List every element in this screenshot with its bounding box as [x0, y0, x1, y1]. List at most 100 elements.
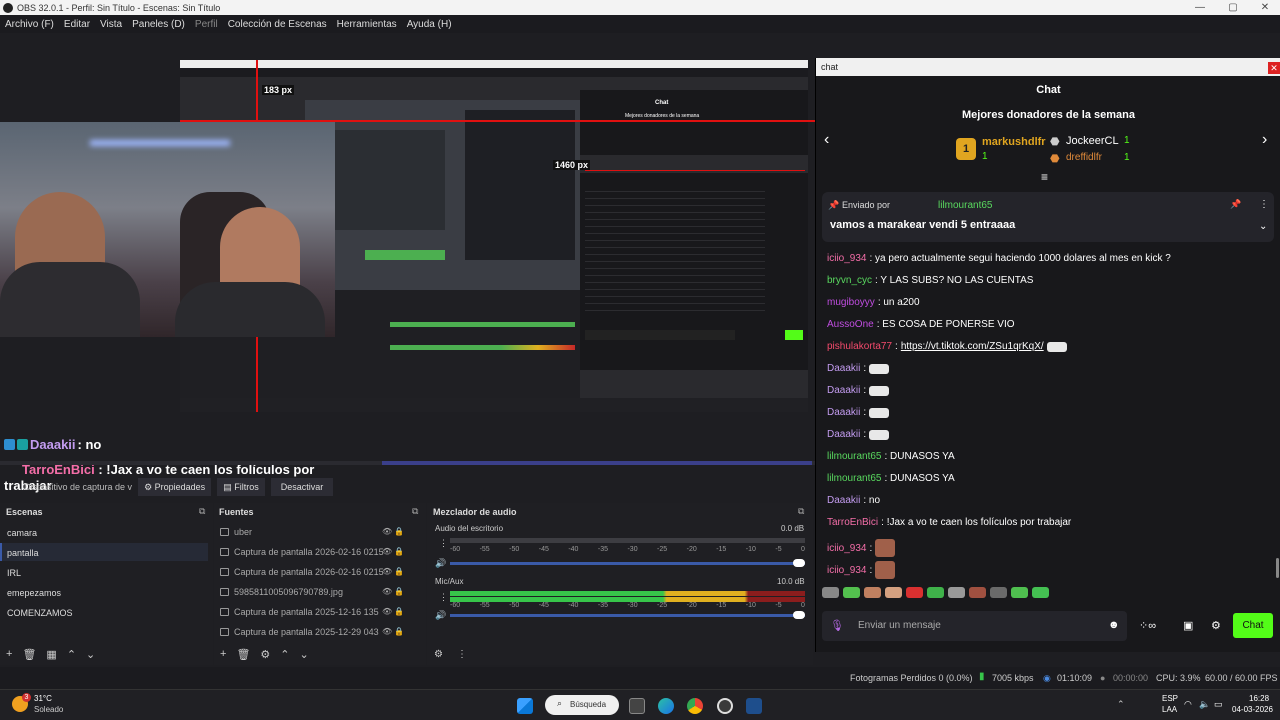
chat-username[interactable]: TarroEnBici [827, 517, 878, 528]
chat-username[interactable]: Daaakii [827, 407, 860, 418]
battery-icon[interactable]: ▭ [1214, 699, 1223, 710]
undock-icon[interactable]: ⧉ [798, 506, 804, 517]
scene-item[interactable]: emepezamos [7, 588, 61, 598]
chat-message[interactable]: bryvn_cyc: Y LAS SUBS? NO LAS CUENTAS [827, 275, 1033, 286]
chat-username[interactable]: Daaakii [827, 363, 860, 374]
menu-archivo[interactable]: Archivo (F) [0, 19, 59, 30]
chat-message[interactable]: Daaakii: no [827, 495, 880, 506]
chat-scrollbar[interactable] [1276, 558, 1279, 578]
add-source-icon[interactable]: + [220, 648, 226, 661]
chat-input[interactable]: 🎙 Enviar un mensaje ☻ [822, 611, 1127, 641]
emote-icon[interactable] [906, 587, 923, 598]
infinity-icon[interactable]: ⁘∞ [1139, 619, 1156, 632]
task-view-icon[interactable] [629, 698, 645, 714]
scene-item[interactable]: IRL [7, 568, 21, 578]
menu-editar[interactable]: Editar [59, 19, 95, 30]
chat-message[interactable]: pishulakorta77: https://vt.tiktok.com/ZS… [827, 341, 1067, 352]
deactivate-button[interactable]: Desactivar [270, 478, 334, 496]
more-vertical-icon[interactable]: ⋮ [439, 592, 448, 603]
maximize-icon[interactable]: ▢ [1218, 0, 1248, 15]
microphone-icon[interactable]: 🎙 [830, 619, 844, 632]
source-item[interactable]: Captura de pantalla 2025-12-16 135 [220, 607, 379, 617]
obs-taskbar-icon[interactable] [717, 698, 733, 714]
emote-icon[interactable] [969, 587, 986, 598]
scene-item[interactable]: camara [7, 528, 37, 538]
gear-icon[interactable]: ⚙ [1211, 619, 1221, 632]
volume-icon[interactable]: 🔈 [1199, 699, 1210, 710]
source-item[interactable]: Captura de pantalla 2026-02-16 0215 [220, 547, 384, 557]
store-icon[interactable]: ▣ [1183, 619, 1193, 632]
emote-icon[interactable] [885, 587, 902, 598]
move-up-icon[interactable]: ⌃ [67, 648, 76, 661]
emote-icon[interactable] [948, 587, 965, 598]
move-down-icon[interactable]: ⌄ [86, 648, 95, 661]
desktop-volume-handle[interactable] [793, 559, 805, 567]
chat-message[interactable]: lilmourant65: DUNASOS YA [827, 451, 955, 462]
more-vertical-icon[interactable]: ⋮ [457, 649, 467, 660]
emote-icon[interactable] [843, 587, 860, 598]
chat-username[interactable]: Daaakii [827, 495, 860, 506]
chat-username[interactable]: pishulakorta77 [827, 341, 892, 352]
scene-filters-icon[interactable]: ▦ [46, 648, 56, 661]
speaker-icon[interactable]: 🔊 [435, 610, 446, 621]
scene-item[interactable]: pantalla [7, 548, 39, 558]
chat-message[interactable]: lilmourant65: DUNASOS YA [827, 473, 955, 484]
desktop-volume-slider[interactable] [450, 562, 805, 565]
minimize-icon[interactable]: — [1185, 0, 1215, 15]
pin-icon[interactable]: 📌 [1230, 199, 1241, 210]
menu-perfil[interactable]: Perfil [190, 19, 223, 30]
close-icon[interactable]: ✕ [1250, 0, 1280, 15]
eye-icon[interactable]: 👁 🔒 [382, 527, 404, 536]
clock-time[interactable]: 16:28 [1249, 694, 1269, 703]
chat-username[interactable]: lilmourant65 [827, 473, 881, 484]
send-chat-button[interactable]: Chat [1233, 613, 1273, 638]
source-item[interactable]: 5985811005096790789.jpg [220, 587, 343, 597]
language-layout[interactable]: LAA [1162, 705, 1177, 714]
source-item[interactable]: Captura de pantalla 2025-12-29 043 [220, 627, 379, 637]
move-down-icon[interactable]: ⌄ [300, 648, 309, 661]
more-vertical-icon[interactable]: ⋮ [439, 538, 448, 549]
eye-icon[interactable]: 👁 🔒 [382, 587, 404, 596]
source-item[interactable]: uber [220, 527, 252, 537]
undock-icon[interactable]: ⧉ [199, 506, 205, 517]
chat-message[interactable]: mugiboyyy: un a200 [827, 297, 920, 308]
emoji-icon[interactable]: ☻ [1108, 619, 1120, 631]
emote-icon[interactable] [1011, 587, 1028, 598]
close-icon[interactable]: ✕ [1268, 62, 1280, 74]
scene-item[interactable]: COMENZAMOS [7, 608, 73, 618]
emote-icon[interactable] [864, 587, 881, 598]
chat-username[interactable]: lilmourant65 [827, 451, 881, 462]
chat-username[interactable]: iciio_934 [827, 565, 866, 576]
chat-username[interactable]: iciio_934 [827, 543, 866, 554]
taskbar-search[interactable]: ⌕ Búsqueda [545, 695, 619, 715]
gear-icon[interactable]: ⚙ [260, 648, 270, 661]
chat-username[interactable]: Daaakii [827, 385, 860, 396]
add-scene-icon[interactable]: + [6, 648, 12, 661]
chevron-right-icon[interactable]: › [1262, 131, 1267, 149]
chat-message[interactable]: AussoOne: ES COSA DE PONERSE VIO [827, 319, 1015, 330]
filters-button[interactable]: ▤ Filtros [217, 478, 265, 496]
more-vertical-icon[interactable]: ⋮ [1259, 199, 1269, 210]
expand-icon[interactable]: ≡ [1041, 170, 1048, 184]
emote-icon[interactable] [927, 587, 944, 598]
menu-ayuda[interactable]: Ayuda (H) [402, 19, 457, 30]
pinned-message[interactable]: 📌 Enviado por lilmourant65 vamos a marak… [822, 192, 1274, 242]
wifi-icon[interactable]: ◠ [1184, 699, 1192, 710]
emote-icon[interactable] [1032, 587, 1049, 598]
undock-icon[interactable]: ⧉ [412, 506, 418, 517]
eye-icon[interactable]: 👁 🔒 [382, 567, 404, 576]
chat-message[interactable]: Daaakii: [827, 429, 890, 440]
tray-chevron-icon[interactable]: ⌃ [1117, 699, 1125, 710]
chat-message[interactable]: iciio_934: [827, 561, 896, 579]
chat-link[interactable]: https://vt.tiktok.com/ZSu1qrKqX/ [901, 341, 1044, 352]
chrome-icon[interactable] [687, 698, 703, 714]
eye-icon[interactable]: 👁 🔒 [382, 627, 404, 636]
chat-username[interactable]: AussoOne [827, 319, 874, 330]
emote-icon[interactable] [822, 587, 839, 598]
menu-herramientas[interactable]: Herramientas [332, 19, 402, 30]
chat-message[interactable]: Daaakii: [827, 385, 890, 396]
menu-coleccion-escenas[interactable]: Colección de Escenas [223, 19, 332, 30]
preview-scrollbar[interactable] [382, 461, 812, 465]
chat-message[interactable]: iciio_934: [827, 539, 896, 557]
chat-username[interactable]: bryvn_cyc [827, 275, 872, 286]
